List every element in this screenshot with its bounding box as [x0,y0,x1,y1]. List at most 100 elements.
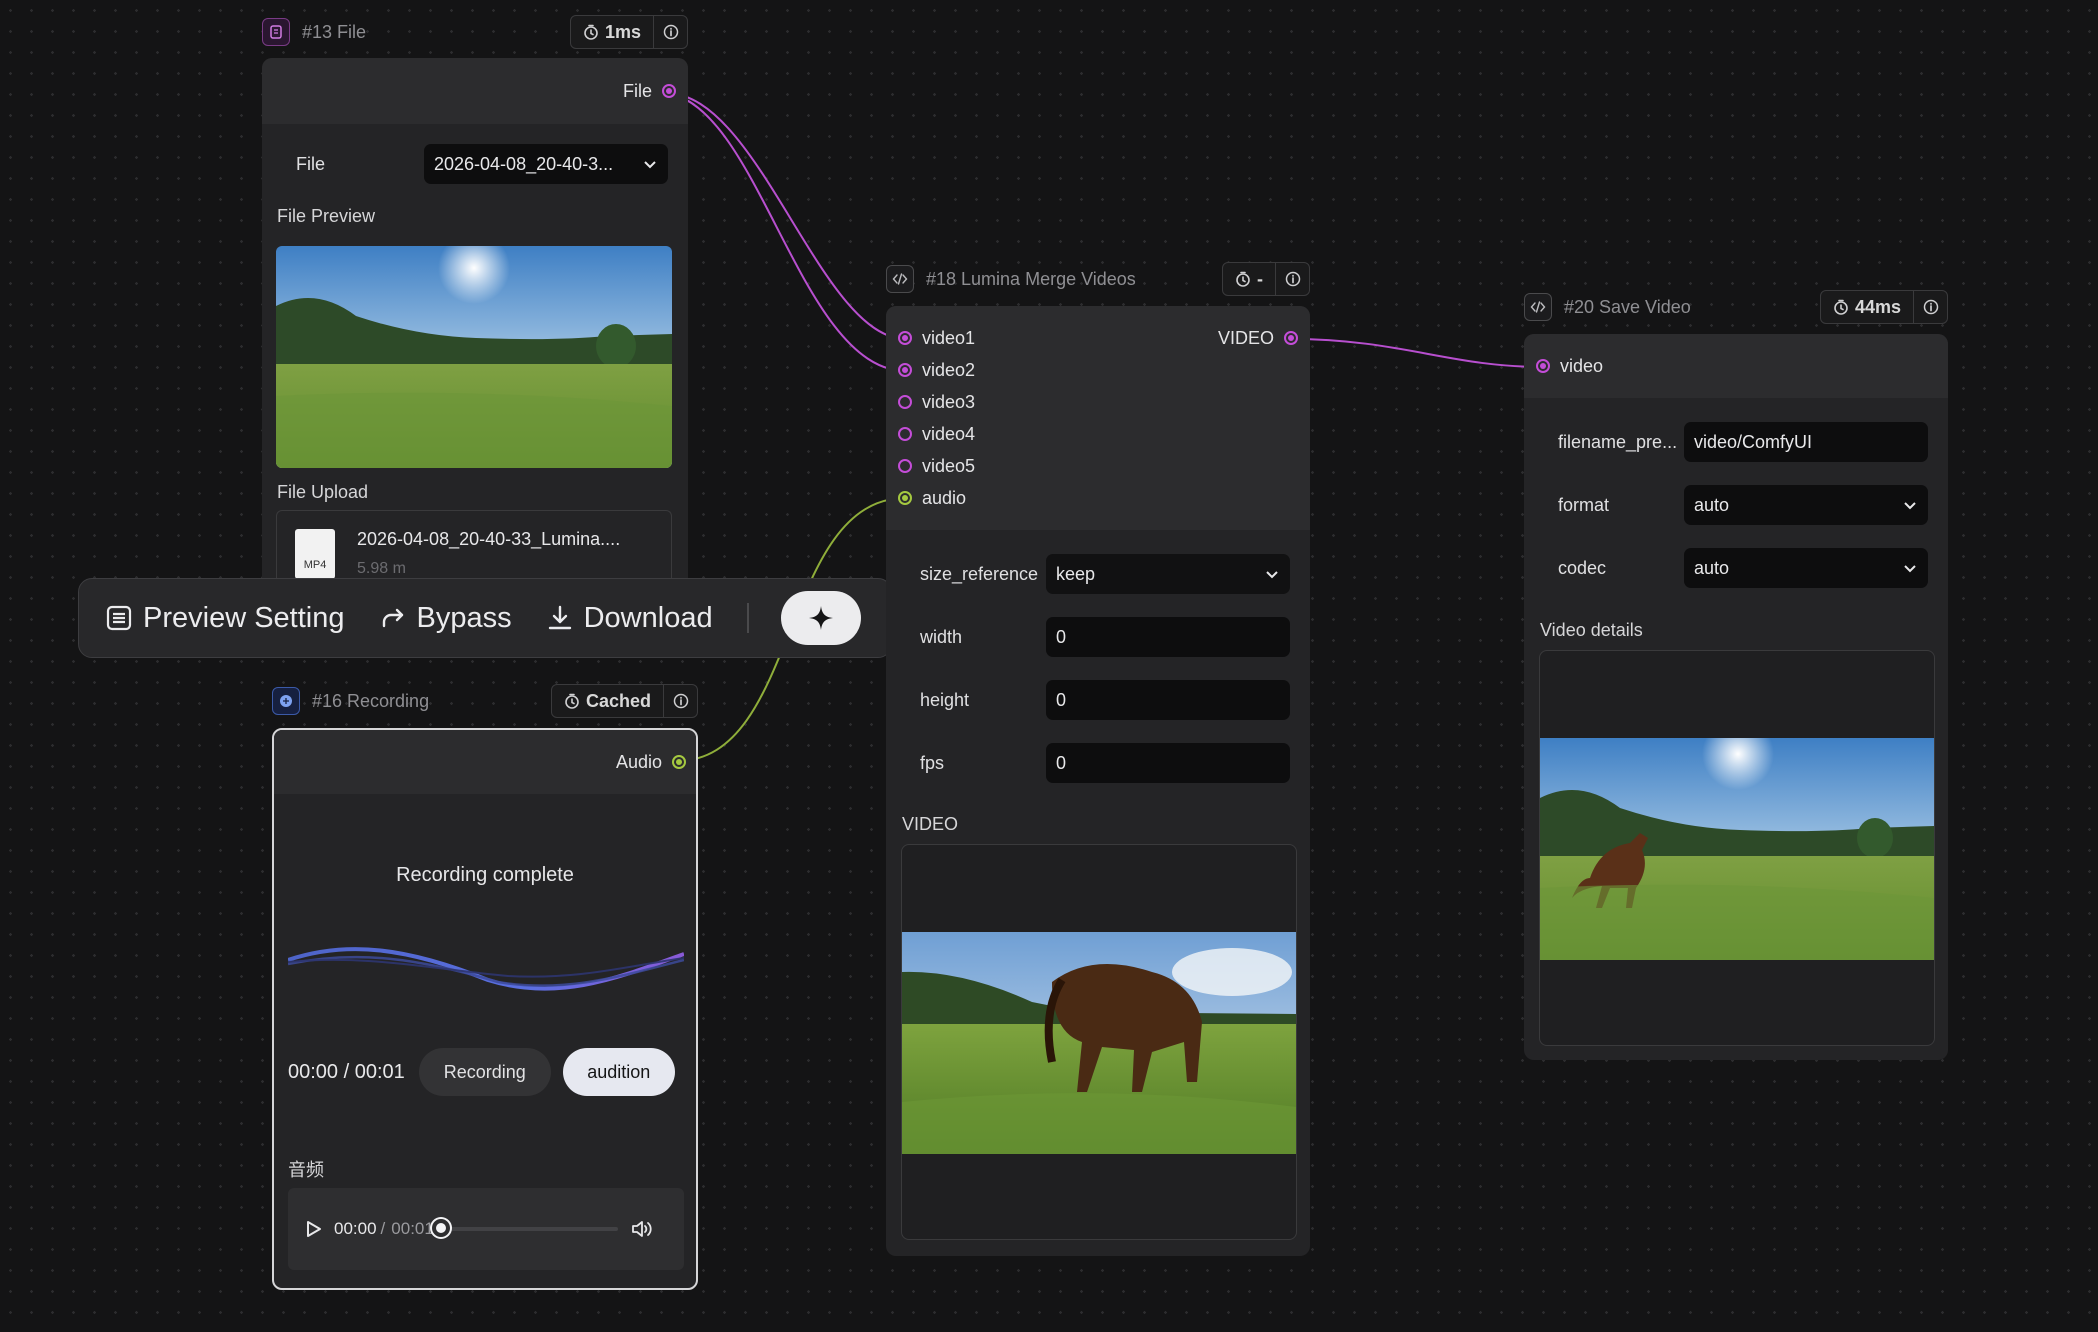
uploaded-file-name: 2026-04-08_20-40-33_Lumina.... [357,529,621,549]
input-video4[interactable]: video4 [898,418,1310,450]
merged-video-preview[interactable] [901,844,1297,1240]
input-video2[interactable]: video2 [898,354,1310,386]
file-upload-label: File Upload [277,482,369,502]
info-icon[interactable] [1913,291,1947,323]
save-node-header[interactable]: #20 Save Video 44ms [1524,290,1948,324]
output-file[interactable]: File [623,75,676,107]
size-reference-field[interactable]: size_reference keep [920,554,1290,594]
wire-video-save [1290,338,1544,368]
codec-field[interactable]: codec auto [1558,548,1928,588]
code-icon [1524,293,1552,321]
recording-node-icon [272,687,300,715]
waveform [288,947,684,991]
saved-video-preview[interactable] [1539,650,1935,1046]
output-video[interactable]: VIDEO [1218,322,1298,354]
width-field[interactable]: width 0 [920,617,1290,657]
info-icon[interactable] [1275,263,1309,295]
merge-node-header[interactable]: #18 Lumina Merge Videos - [886,262,1310,296]
mp4-file-icon: MP4 [295,529,335,578]
output-audio[interactable]: Audio [616,746,686,778]
node-title: #16 Recording [312,690,430,711]
node-timing: 44ms [1821,291,1913,323]
file-preview-label: File Preview [277,206,376,226]
video-details-label: Video details [1540,620,1643,640]
output-port[interactable] [662,84,676,98]
play-icon[interactable] [302,1218,324,1240]
file-node[interactable]: File File 2026-04-08_20-40-3... File Pre… [262,58,688,578]
input-video5[interactable]: video5 [898,450,1310,482]
player-seek-handle[interactable] [431,1219,450,1237]
player-total-time: 00:01 [391,1219,434,1238]
chevron-down-icon [644,161,656,169]
node-title: #18 Lumina Merge Videos [926,268,1136,289]
chevron-down-icon [1266,571,1278,579]
input-video3[interactable]: video3 [898,386,1310,418]
bypass-icon [382,608,403,628]
file-preview-image [276,246,672,468]
node-title: #13 File [302,21,367,42]
file-node-icon [262,18,290,46]
file-select[interactable]: 2026-04-08_20-40-3... [424,144,668,184]
clock-icon [1834,299,1848,315]
info-icon[interactable] [653,16,687,48]
chevron-down-icon [1904,502,1916,510]
file-node-header[interactable]: #13 File 1ms [262,15,688,49]
format-select[interactable]: auto [1684,485,1928,525]
download-icon [548,605,571,630]
recording-button[interactable]: Recording [418,1048,551,1096]
recording-node[interactable]: Audio Recording complete 00:00 / 00:01 R… [272,728,698,1290]
audio-player: 00:00 / 00:01 [288,1188,684,1270]
bypass-button[interactable]: Bypass [379,602,512,635]
format-field[interactable]: format auto [1558,485,1928,525]
download-button[interactable]: Download [546,602,713,635]
merge-node[interactable]: video1 video2 video3 video4 video5 audio… [886,306,1310,1256]
output-port[interactable] [1284,331,1298,345]
filename-prefix-field[interactable]: filename_pre... video/ComfyUI [1558,422,1928,462]
clock-icon [1236,271,1250,287]
clock-icon [584,24,598,40]
height-field[interactable]: height 0 [920,680,1290,720]
ai-assistant-button[interactable] [780,591,861,645]
info-icon[interactable] [663,685,697,717]
video-output-label: VIDEO [902,814,959,834]
filename-prefix-input[interactable]: video/ComfyUI [1684,422,1928,462]
node-cache-status: Cached [552,685,663,717]
code-icon [886,265,914,293]
sparkle-icon [808,606,833,630]
uploaded-file-item[interactable]: MP4 2026-04-08_20-40-33_Lumina.... 5.98 … [276,510,672,578]
recording-status: Recording complete [396,864,574,886]
output-port[interactable] [672,755,686,769]
node-title: #20 Save Video [1564,296,1691,317]
player-seek-bar[interactable] [431,1219,618,1237]
input-video[interactable]: video [1536,350,1948,382]
node-timing: 1ms [571,16,653,48]
chevron-down-icon [1904,565,1916,573]
player-separator: / [380,1219,386,1238]
node-selection-toolbar: Preview Setting Bypass Download [78,578,892,658]
fps-input[interactable]: 0 [1046,743,1290,783]
audio-label: 音频 [288,1160,324,1180]
file-field[interactable]: File 2026-04-08_20-40-3... [296,144,668,184]
saved-video-frame [1540,738,1934,960]
recording-node-header[interactable]: #16 Recording Cached [272,684,698,718]
toolbar-divider [746,603,749,633]
wire-file-video2 [665,92,907,372]
player-current-time: 00:00 [334,1219,377,1238]
input-audio[interactable]: audio [898,482,1310,514]
height-input[interactable]: 0 [1046,680,1290,720]
merged-video-frame [902,932,1296,1154]
size-reference-select[interactable]: keep [1046,554,1290,594]
wire-file-video1 [665,92,907,340]
list-icon [106,605,132,631]
save-node[interactable]: video filename_pre... video/ComfyUI form… [1524,334,1948,1060]
clock-icon [565,693,579,709]
recording-time: 00:00 / 00:01 [288,1060,405,1083]
codec-select[interactable]: auto [1684,548,1928,588]
preview-setting-button[interactable]: Preview Setting [105,602,345,635]
fps-field[interactable]: fps 0 [920,743,1290,783]
audition-button[interactable]: audition [562,1048,675,1096]
volume-icon[interactable] [630,1218,654,1240]
node-timing: - [1223,263,1275,295]
recording-controls: 00:00 / 00:01 Recording audition [288,1048,675,1096]
width-input[interactable]: 0 [1046,617,1290,657]
